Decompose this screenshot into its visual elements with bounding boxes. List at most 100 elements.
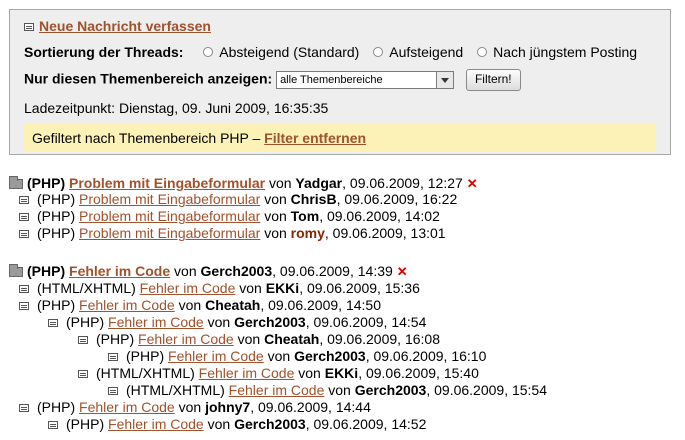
by-label: von <box>239 280 262 296</box>
reply-category: (HTML/XHTML) <box>96 365 195 381</box>
filter-notice: Gefiltert nach Themenbereich PHP – Filte… <box>24 124 656 152</box>
by-label: von <box>174 263 197 279</box>
folder-icon[interactable] <box>9 264 23 278</box>
reply-category: (HTML/XHTML) <box>37 280 136 296</box>
post-date: , 09.06.2009, 14:52 <box>305 416 427 432</box>
post-date: , 09.06.2009, 15:36 <box>299 280 420 296</box>
topic-select-value: alle Themenbereiche <box>280 74 383 86</box>
post-date: , 09.06.2009, 14:44 <box>250 399 371 415</box>
author: johny7 <box>205 399 251 415</box>
reply-title-link[interactable]: Fehler im Code <box>108 314 204 330</box>
list-item: (PHP) Fehler im Code von Cheatah, 09.06.… <box>19 297 381 314</box>
reply-category: (PHP) <box>66 314 105 330</box>
reply-title-link[interactable]: Fehler im Code <box>140 280 236 296</box>
author: Gerch2003 <box>234 314 306 330</box>
list-item: (PHP) Problem mit Eingabeformular von ro… <box>19 225 446 242</box>
post-date: , 09.06.2009, 16:22 <box>336 191 458 207</box>
post-date: , 09.06.2009, 16:08 <box>319 331 440 347</box>
by-label: von <box>267 348 291 364</box>
filter-row: Nur diesen Themenbereich anzeigen: alle … <box>24 69 521 91</box>
thread-title-link[interactable]: Fehler im Code <box>69 263 170 279</box>
post-date: , 09.06.2009, 16:10 <box>365 348 487 364</box>
post-date: , 09.06.2009, 15:40 <box>358 365 479 381</box>
folder-icon[interactable] <box>9 176 23 190</box>
author: Cheatah <box>205 297 261 313</box>
by-label: von <box>207 416 231 432</box>
document-icon <box>19 285 29 294</box>
reply-title-link[interactable]: Fehler im Code <box>79 399 175 415</box>
new-message-link[interactable]: Neue Nachricht verfassen <box>39 18 211 34</box>
document-icon <box>108 353 118 362</box>
author: romy <box>290 225 325 241</box>
by-label: von <box>264 191 287 207</box>
red-x-icon[interactable]: ✕ <box>467 175 478 192</box>
by-label: von <box>237 331 261 347</box>
document-icon <box>19 302 29 311</box>
author: Cheatah <box>264 331 320 347</box>
reply-title-link[interactable]: Fehler im Code <box>138 331 234 347</box>
document-icon <box>24 23 34 32</box>
red-x-icon[interactable]: ✕ <box>397 263 408 280</box>
reply-category: (HTML/XHTML) <box>126 382 225 398</box>
thread-category: (PHP) <box>27 263 66 279</box>
author: EKKi <box>265 280 300 296</box>
list-item: (PHP) Problem mit Eingabeformular von Ch… <box>19 191 457 208</box>
reply-category: (PHP) <box>126 348 165 364</box>
list-item: (PHP) Fehler im Code von Cheatah, 09.06.… <box>78 331 440 348</box>
remove-filter-link[interactable]: Filter entfernen <box>264 130 366 146</box>
author: Tom <box>290 208 320 224</box>
post-date: , 09.06.2009, 15:54 <box>426 382 548 398</box>
reply-title-link[interactable]: Fehler im Code <box>229 382 325 398</box>
author: Gerch2003 <box>200 263 273 279</box>
filter-label: Nur diesen Themenbereich anzeigen: <box>24 70 273 87</box>
document-icon <box>108 387 118 396</box>
by-label: von <box>178 399 202 415</box>
document-icon <box>19 213 29 222</box>
sort-latest-radio[interactable] <box>477 47 488 58</box>
filter-notice-text: Gefiltert nach Themenbereich PHP – <box>32 130 261 146</box>
thread-root: (PHP) Problem mit Eingabeformular von Ya… <box>9 175 478 192</box>
filter-panel: Neue Nachricht verfassen Sortierung der … <box>9 9 671 155</box>
reply-title-link[interactable]: Fehler im Code <box>108 416 204 432</box>
list-item: (PHP) Fehler im Code von Gerch2003, 09.0… <box>108 348 486 365</box>
thread-title-link[interactable]: Problem mit Eingabeformular <box>69 175 265 191</box>
reply-title-link[interactable]: Fehler im Code <box>168 348 264 364</box>
reply-title-link[interactable]: Problem mit Eingabeformular <box>79 225 260 241</box>
document-icon <box>78 336 88 345</box>
filter-button[interactable]: Filtern! <box>465 69 521 91</box>
reply-title-link[interactable]: Fehler im Code <box>79 297 175 313</box>
reply-category: (PHP) <box>37 297 76 313</box>
list-item: (PHP) Fehler im Code von johny7, 09.06.2… <box>19 399 371 416</box>
author: Yadgar <box>295 175 343 191</box>
reply-category: (PHP) <box>37 399 76 415</box>
reply-title-link[interactable]: Fehler im Code <box>199 365 295 381</box>
document-icon <box>19 404 29 413</box>
list-item: (PHP) Fehler im Code von Gerch2003, 09.0… <box>48 314 426 331</box>
topic-select[interactable]: alle Themenbereiche <box>276 71 455 89</box>
by-label: von <box>264 225 287 241</box>
reply-category: (PHP) <box>37 191 76 207</box>
by-label: von <box>178 297 202 313</box>
by-label: von <box>264 208 287 224</box>
new-message-row: Neue Nachricht verfassen <box>24 18 211 34</box>
author: Gerch2003 <box>234 416 306 432</box>
by-label: von <box>298 365 321 381</box>
post-date: , 09.06.2009, 14:02 <box>319 208 440 224</box>
sort-desc-radio[interactable] <box>203 47 214 58</box>
document-icon <box>78 370 88 379</box>
chevron-down-icon[interactable] <box>436 72 454 88</box>
sort-asc-radio[interactable] <box>373 47 384 58</box>
list-item: (HTML/XHTML) Fehler im Code von Gerch200… <box>108 382 547 399</box>
document-icon <box>48 421 58 430</box>
post-date: , 09.06.2009, 14:54 <box>305 314 427 330</box>
post-date: , 09.06.2009, 14:50 <box>260 297 381 313</box>
author: Gerch2003 <box>294 348 366 364</box>
sort-desc-label: Absteigend (Standard) <box>219 44 360 60</box>
reply-category: (PHP) <box>37 208 76 224</box>
reply-title-link[interactable]: Problem mit Eingabeformular <box>79 191 260 207</box>
list-item: (PHP) Fehler im Code von Gerch2003, 09.0… <box>48 416 426 433</box>
list-item: (HTML/XHTML) Fehler im Code von EKKi, 09… <box>78 365 479 382</box>
author: ChrisB <box>290 191 337 207</box>
reply-title-link[interactable]: Problem mit Eingabeformular <box>79 208 260 224</box>
by-label: von <box>268 175 292 191</box>
